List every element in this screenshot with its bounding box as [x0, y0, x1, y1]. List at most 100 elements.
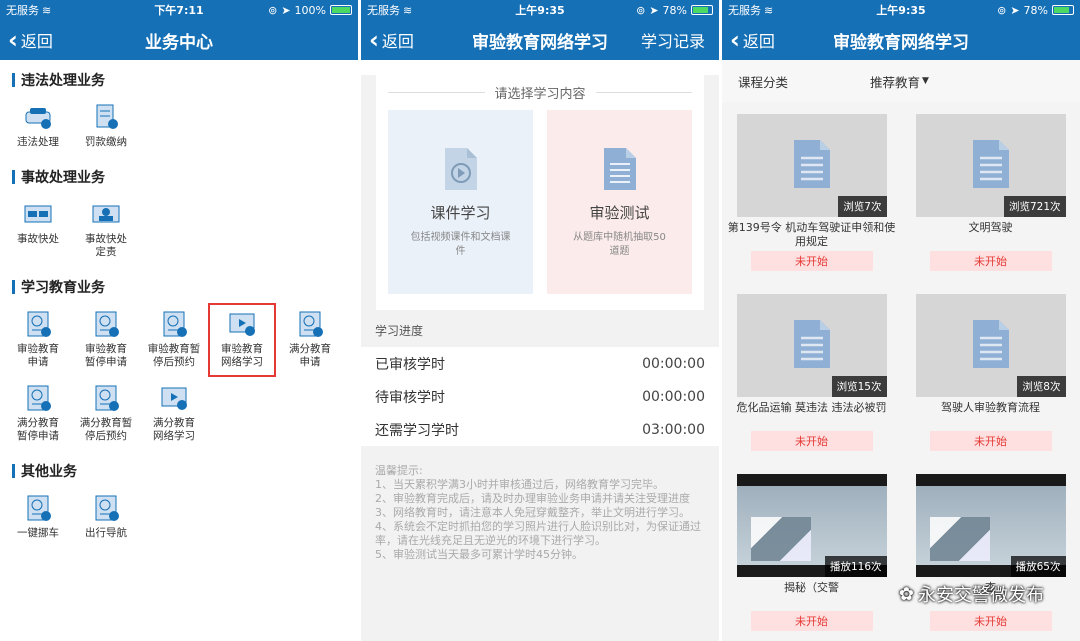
business-tile[interactable]: 罚款缴纳: [72, 96, 140, 157]
progress-label: 还需学习学时: [375, 420, 459, 440]
business-grid: 违法处理罚款缴纳: [0, 96, 358, 157]
course-status: 未开始: [930, 611, 1052, 631]
move-car-icon: [23, 493, 53, 523]
course-status: 未开始: [751, 431, 873, 451]
recommend-label: 推荐教育: [870, 72, 920, 91]
document-icon: [790, 138, 834, 194]
business-tile[interactable]: 事故快处: [4, 193, 72, 267]
lock-rotation-icon: ⊚: [997, 4, 1006, 17]
section-title: 事故处理业务: [0, 157, 358, 193]
carrier-label: 无服务: [367, 2, 400, 18]
view-count-badge: 浏览15次: [832, 376, 887, 397]
business-tile[interactable]: 审验教育 暂停申请: [72, 303, 140, 377]
progress-list: 已审核学时00:00:00待审核学时00:00:00还需学习学时03:00:00: [361, 347, 719, 446]
nav-bar: ‹返回 审验教育网络学习: [722, 20, 1080, 60]
back-button[interactable]: ‹返回: [361, 28, 414, 52]
course-card[interactable]: 浏览8次驾驶人审验教育流程未开始: [901, 288, 1080, 468]
divider: [596, 92, 693, 93]
battery-icon: [1052, 5, 1074, 15]
nav-bar: ‹返回 业务中心: [0, 20, 358, 60]
section-bar: [12, 170, 15, 184]
back-button[interactable]: ‹返回: [0, 28, 53, 52]
recommend-dropdown[interactable]: 推荐教育▼: [870, 72, 929, 91]
business-tile[interactable]: 事故快处 定责: [72, 193, 140, 267]
video-icon: [227, 309, 257, 339]
course-status: 未开始: [930, 251, 1052, 271]
course-title: 第139号令 机动车驾驶证申领和使用规定: [726, 221, 898, 249]
tip-line: 4、系统会不定时抓拍您的学习照片进行人脸识别比对，为保证通过率，请在光线充足且无…: [375, 520, 705, 548]
view-count-badge: 浏览8次: [1017, 376, 1065, 397]
course-title: 危化品运输 莫违法 违法必被罚: [726, 401, 898, 429]
section-title: 违法处理业务: [0, 60, 358, 96]
lock-rotation-icon: ⊚: [636, 4, 645, 17]
tip-line: 温馨提示:: [375, 464, 705, 478]
business-tile[interactable]: 审验教育 网络学习: [208, 303, 276, 377]
course-card[interactable]: 浏览7次第139号令 机动车驾驶证申领和使用规定未开始: [722, 108, 901, 288]
business-tile[interactable]: 满分教育 网络学习: [140, 377, 208, 451]
location-icon: ➤: [281, 4, 290, 17]
business-tile[interactable]: 满分教育 申请: [276, 303, 344, 377]
exam-option[interactable]: 审验测试 从题库中随机抽取50道题: [547, 110, 692, 294]
course-card[interactable]: 浏览15次危化品运输 莫违法 违法必被罚未开始: [722, 288, 901, 468]
business-tile[interactable]: 一键挪车: [4, 487, 72, 548]
course-card[interactable]: 播放65次查未开始: [901, 468, 1080, 641]
course-status: 未开始: [751, 611, 873, 631]
course-status: 未开始: [930, 431, 1052, 451]
document-icon: [969, 138, 1013, 194]
section-title: 学习教育业务: [0, 267, 358, 303]
back-button[interactable]: ‹返回: [722, 28, 775, 52]
car-icon: [23, 102, 53, 132]
battery-percent: 78%: [663, 4, 687, 17]
course-card[interactable]: 播放116次揭秘（交警未开始: [722, 468, 901, 641]
option-name: 课件学习: [430, 202, 490, 223]
content-select-card: 请选择学习内容 课件学习 包括视频课件和文档课件 审验测试 从题库中随机抽取50…: [376, 75, 704, 310]
watermark-text: 永安交警微发布: [918, 581, 1044, 607]
course-title: 驾驶人审验教育流程: [905, 401, 1077, 429]
section-title-text: 事故处理业务: [21, 167, 105, 187]
battery-icon: [330, 5, 352, 15]
pause-document-icon: [91, 309, 121, 339]
business-tile[interactable]: 审验教育 申请: [4, 303, 72, 377]
document-icon: [969, 318, 1013, 374]
business-tile[interactable]: 违法处理: [4, 96, 72, 157]
business-tile[interactable]: 满分教育 暂停申请: [4, 377, 72, 451]
back-label: 返回: [382, 28, 414, 52]
lock-rotation-icon: ⊚: [268, 4, 277, 17]
section-bar: [12, 280, 15, 294]
view-count-badge: 播放116次: [825, 556, 887, 577]
status-bar: 无服务≋ 上午9:35 ⊚ ➤ 78%: [722, 0, 1080, 20]
business-tile[interactable]: 满分教育暂 停后预约: [72, 377, 140, 451]
text-file-icon: [600, 146, 640, 192]
filter-bar: 课程分类 推荐教育▼: [722, 60, 1080, 102]
divider: [388, 92, 485, 93]
course-thumbnail: 播放65次: [916, 474, 1066, 577]
study-record-button[interactable]: 学习记录: [641, 28, 719, 52]
business-tile-label: 满分教育 网络学习: [141, 417, 207, 443]
wifi-icon: ≋: [42, 4, 51, 17]
course-status: 未开始: [751, 251, 873, 271]
business-tile[interactable]: 审验教育暂 停后预约: [140, 303, 208, 377]
section-bar: [12, 73, 15, 87]
chevron-left-icon: ‹: [8, 28, 18, 52]
progress-label: 已审核学时: [375, 354, 445, 374]
view-count-badge: 播放65次: [1011, 556, 1066, 577]
option-desc: 从题库中随机抽取50道题: [570, 231, 670, 259]
course-card[interactable]: 浏览721次文明驾驶未开始: [901, 108, 1080, 288]
document-icon: [790, 318, 834, 374]
accident-liability-icon: [91, 199, 121, 229]
video-graphic: [930, 517, 990, 561]
business-grid: 一键挪车出行导航: [0, 487, 358, 548]
category-filter[interactable]: 课程分类: [738, 72, 870, 91]
caret-down-icon: ▼: [922, 76, 929, 86]
course-title: 文明驾驶: [905, 221, 1077, 249]
course-grid: 浏览7次第139号令 机动车驾驶证申领和使用规定未开始浏览721次文明驾驶未开始…: [722, 102, 1080, 641]
course-list-screen: 无服务≋ 上午9:35 ⊚ ➤ 78% ‹返回 审验教育网络学习 课程分类 推荐…: [722, 0, 1080, 641]
page-title: 业务中心: [0, 28, 358, 53]
progress-value: 03:00:00: [642, 422, 705, 438]
courseware-option[interactable]: 课件学习 包括视频课件和文档课件: [388, 110, 533, 294]
business-tile[interactable]: 出行导航: [72, 487, 140, 548]
progress-label: 待审核学时: [375, 387, 445, 407]
accident-icon: [23, 199, 53, 229]
carrier-label: 无服务: [6, 2, 39, 18]
status-bar: 无服务≋ 上午9:35 ⊚ ➤ 78%: [361, 0, 719, 20]
